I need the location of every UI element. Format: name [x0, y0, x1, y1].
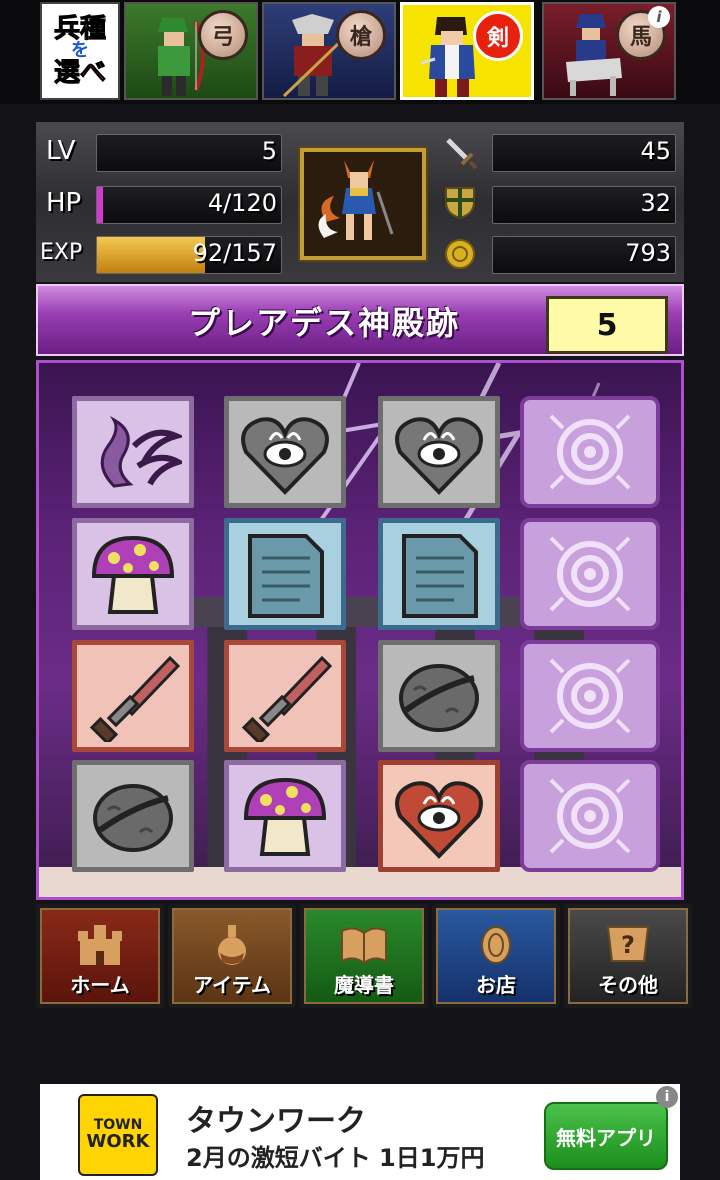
ad-info-icon[interactable]: i: [656, 1086, 678, 1108]
heart-eye-red-icon: [395, 781, 483, 859]
mushroom-icon: [243, 777, 327, 856]
gold-bar: 793: [492, 236, 676, 274]
lv-bar: 5: [96, 134, 282, 172]
heart-eye-grey-card[interactable]: [224, 396, 346, 508]
unit-select-bar: 兵種 を 選べ 弓 槍 剣 馬 i: [0, 0, 720, 104]
scroll-card[interactable]: [224, 518, 346, 630]
scroll-icon: [248, 534, 324, 618]
heart-eye-red-card[interactable]: [378, 760, 500, 872]
attack-value: 45: [640, 137, 671, 165]
facedown-card[interactable]: [520, 396, 660, 508]
hp-value: 4/120: [207, 189, 277, 217]
ad-logo-line-1: TOWN: [93, 1117, 143, 1134]
grimoire-label: 魔導書: [334, 973, 394, 997]
exp-value: 92/157: [192, 239, 277, 267]
facedown-icon: [549, 658, 631, 734]
shop-label: お店: [476, 973, 516, 997]
items-label: アイテム: [193, 973, 271, 997]
facedown-card[interactable]: [520, 640, 660, 752]
tab-sword-unit[interactable]: 剣: [400, 2, 534, 100]
info-icon[interactable]: i: [648, 6, 670, 28]
ad-banner[interactable]: TOWN WORK タウンワーク 2月の激短バイト 1日1万円 無料アプリ i: [40, 1084, 680, 1180]
scroll-icon: [402, 534, 478, 618]
walnut-card[interactable]: [378, 640, 500, 752]
sword-card[interactable]: [72, 640, 194, 752]
cavalry-sprite: [566, 14, 622, 96]
lv-label: LV: [46, 136, 76, 166]
choose-unit-badge: 兵種 を 選べ: [40, 2, 120, 100]
tab-spear-label: 槍: [336, 10, 386, 60]
dungeon-name: プレアデス神殿跡: [188, 304, 461, 342]
sword-card[interactable]: [224, 640, 346, 752]
status-panel: LV 5 HP 4/120 EXP 92/157 45 32 793: [36, 122, 684, 282]
book-icon: [341, 927, 387, 965]
other-button[interactable]: ? その他: [564, 904, 692, 1008]
mushroom-card[interactable]: [224, 760, 346, 872]
facedown-card[interactable]: [520, 760, 660, 872]
badge-line-3: 選べ: [53, 58, 106, 88]
townwork-logo: TOWN WORK: [78, 1094, 158, 1176]
facedown-icon: [549, 536, 631, 612]
castle-icon: [78, 925, 122, 965]
scroll-card[interactable]: [378, 518, 500, 630]
facedown-icon: [549, 778, 631, 854]
defense-bar: 32: [492, 186, 676, 224]
ad-title: タウンワーク: [186, 1104, 366, 1139]
grimoire-button[interactable]: 魔導書: [300, 904, 428, 1008]
tab-sword-label: 剣: [473, 11, 523, 61]
sword-icon: [446, 138, 478, 170]
tentacle-icon: [100, 416, 182, 488]
gold-value: 793: [625, 239, 671, 267]
coin-icon: [445, 239, 475, 269]
exp-fill: [97, 237, 205, 273]
swordsman-sprite: [421, 17, 475, 97]
svg-text:?: ?: [621, 931, 635, 959]
mushroom-icon: [91, 535, 175, 614]
mushroom-card[interactable]: [72, 518, 194, 630]
potion-icon: [218, 925, 246, 965]
character-portrait[interactable]: [300, 148, 426, 260]
ad-subtitle: 2月の激短バイト 1日1万円: [186, 1144, 485, 1172]
walnut-icon: [399, 664, 479, 732]
tentacle-card[interactable]: [72, 396, 194, 508]
exp-bar: 92/157: [96, 236, 282, 274]
exp-label: EXP: [40, 240, 83, 265]
fox-girl-sprite: [318, 160, 394, 240]
tab-spear-unit[interactable]: 槍: [262, 2, 396, 100]
shield-icon: [445, 187, 475, 220]
tab-bow-unit[interactable]: 弓: [124, 2, 258, 100]
home-label: ホーム: [70, 973, 130, 997]
other-label: その他: [598, 973, 658, 997]
facedown-icon: [549, 414, 631, 490]
shop-button[interactable]: お店: [432, 904, 560, 1008]
dungeon-title-bar: プレアデス神殿跡 5: [36, 284, 684, 356]
tab-horse-unit[interactable]: 馬 i: [542, 2, 676, 100]
attack-bar: 45: [492, 134, 676, 172]
facedown-card[interactable]: [520, 518, 660, 630]
home-button[interactable]: ホーム: [36, 904, 164, 1008]
spearman-sprite: [282, 14, 342, 98]
sword-icon: [89, 655, 181, 742]
shop-coin-icon: [481, 926, 511, 964]
ad-logo-line-2: WORK: [86, 1131, 150, 1153]
main-menu: ホーム アイテム 魔導書 お店 ? その他: [36, 904, 692, 1008]
ad-install-button[interactable]: 無料アプリ: [544, 1102, 668, 1170]
question-box-icon: ?: [606, 926, 650, 962]
heart-eye-grey-icon: [241, 417, 329, 495]
archer-sprite: [158, 18, 205, 96]
hp-bar: 4/120: [96, 186, 282, 224]
sword-icon: [241, 655, 333, 742]
walnut-card[interactable]: [72, 760, 194, 872]
hp-label: HP: [46, 188, 82, 218]
heart-eye-grey-card[interactable]: [378, 396, 500, 508]
walnut-icon: [93, 784, 173, 852]
defense-value: 32: [640, 189, 671, 217]
lv-value: 5: [261, 137, 277, 165]
heart-eye-grey-icon: [395, 417, 483, 495]
items-button[interactable]: アイテム: [168, 904, 296, 1008]
dungeon-floor: 5: [546, 296, 668, 354]
hp-fill: [97, 187, 104, 223]
tab-bow-label: 弓: [198, 10, 248, 60]
badge-line-1: 兵種: [53, 14, 106, 44]
